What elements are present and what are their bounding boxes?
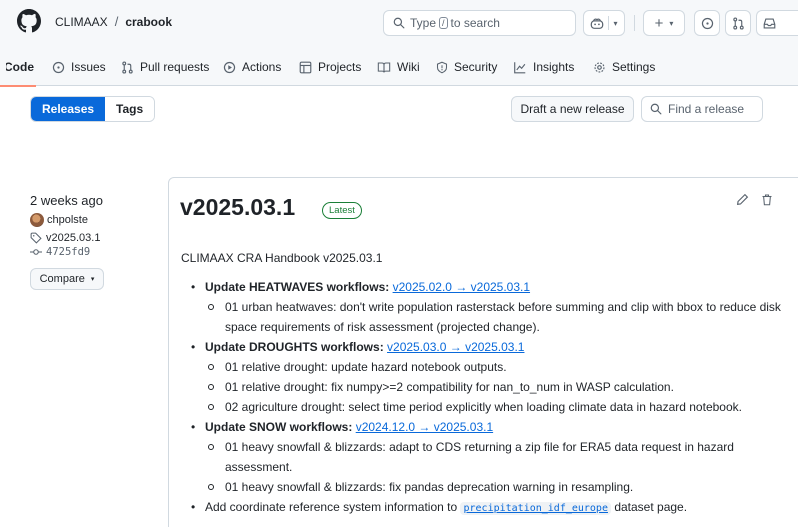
avatar: [30, 213, 44, 227]
shield-icon: [436, 61, 448, 73]
list-item: Add coordinate reference system informat…: [181, 497, 796, 519]
breadcrumb-repo[interactable]: crabook: [125, 15, 172, 29]
pencil-icon[interactable]: [736, 193, 749, 206]
tab-issues-label: Issues: [71, 60, 106, 74]
chevron-down-icon: ▾: [669, 18, 674, 28]
github-logo-icon[interactable]: [17, 9, 41, 33]
inbox-button[interactable]: [756, 10, 798, 36]
release-title[interactable]: v2025.03.1: [180, 194, 295, 221]
heatwaves-compare-link[interactable]: v2025.02.0 → v2025.03.1: [393, 280, 530, 294]
play-icon: [223, 61, 236, 73]
breadcrumb: CLIMAAX / crabook: [55, 14, 172, 29]
list-item: 01 urban heatwaves: don't write populati…: [181, 297, 796, 337]
table-icon: [299, 61, 312, 73]
repo-header: CLIMAAX / crabook Type / to search ▾ + ▾ C…: [0, 0, 798, 87]
search-placeholder-after: to search: [450, 16, 500, 30]
pull-requests-shortcut-button[interactable]: [725, 10, 751, 36]
issue-icon: [701, 17, 713, 29]
release-commit[interactable]: 4725fd9: [30, 246, 160, 258]
copilot-icon: [591, 18, 604, 29]
inbox-icon: [763, 17, 776, 29]
commit-sha[interactable]: 4725fd9: [46, 246, 90, 258]
tab-code[interactable]: Code: [0, 48, 36, 87]
search-placeholder-before: Type: [410, 16, 437, 30]
releases-tab[interactable]: Releases: [31, 97, 106, 121]
breadcrumb-separator: /: [114, 14, 119, 29]
trash-icon[interactable]: [761, 193, 773, 206]
list-item: 01 relative drought: fix numpy>=2 compat…: [181, 377, 796, 397]
tab-insights[interactable]: Insights: [513, 48, 574, 86]
tab-code-label: Code: [6, 60, 34, 74]
copilot-button[interactable]: ▾: [583, 10, 625, 36]
draft-release-button[interactable]: Draft a new release: [511, 96, 634, 122]
tag-name[interactable]: v2025.03.1: [46, 232, 100, 244]
list-item: 01 heavy snowfall & blizzards: fix panda…: [181, 477, 796, 497]
search-shortcut-key: /: [439, 17, 448, 29]
list-item: Update HEATWAVES workflows: v2025.02.0 →…: [181, 277, 796, 297]
breadcrumb-owner[interactable]: CLIMAAX: [55, 15, 108, 29]
pull-request-icon: [732, 16, 744, 30]
tab-actions[interactable]: Actions: [223, 48, 281, 86]
tab-security-label: Security: [454, 60, 498, 74]
search-icon: [393, 17, 405, 29]
tab-wiki[interactable]: Wiki: [377, 48, 420, 86]
crs-text-before: Add coordinate reference system informat…: [205, 500, 458, 514]
tab-projects[interactable]: Projects: [299, 48, 361, 86]
compare-button[interactable]: Compare ▾: [30, 268, 104, 290]
tab-wiki-label: Wiki: [397, 60, 420, 74]
release-notes: Update HEATWAVES workflows: v2025.02.0 →…: [181, 277, 796, 519]
release-meta: 2 weeks ago chpolste v2025.03.1 4725fd9 …: [30, 193, 160, 290]
issue-icon: [52, 61, 65, 73]
plus-icon: +: [654, 14, 664, 32]
tab-insights-label: Insights: [533, 60, 575, 74]
tab-security[interactable]: Security: [436, 48, 497, 86]
tab-settings-label: Settings: [612, 60, 656, 74]
tab-pull-requests[interactable]: Pull requests: [121, 48, 209, 86]
tab-issues[interactable]: Issues: [52, 48, 106, 86]
latest-badge: Latest: [322, 202, 362, 219]
author-name[interactable]: chpolste: [47, 214, 88, 226]
releases-tags-toggle: Releases Tags: [30, 96, 156, 122]
tag-icon: [30, 232, 42, 244]
tab-actions-label: Actions: [242, 60, 282, 74]
droughts-heading: Update DROUGHTS workflows: [205, 340, 380, 354]
issues-shortcut-button[interactable]: [694, 10, 720, 36]
list-item: 02 agriculture drought: select time peri…: [181, 397, 796, 417]
snow-heading: Update SNOW workflows: [205, 420, 349, 434]
droughts-compare-link[interactable]: v2025.03.0 → v2025.03.1: [387, 340, 524, 354]
repo-nav-tabs: Code Issues Pull requests Actions Projec…: [0, 48, 798, 87]
release-author[interactable]: chpolste: [30, 213, 160, 227]
release-intro: CLIMAAX CRA Handbook v2025.03.1: [181, 251, 383, 265]
list-item: 01 relative drought: update hazard noteb…: [181, 357, 796, 377]
list-item: Update DROUGHTS workflows: v2025.03.0 → …: [181, 337, 796, 357]
snow-compare-link[interactable]: v2024.12.0 → v2025.03.1: [356, 420, 493, 434]
tab-settings[interactable]: Settings: [593, 48, 655, 86]
list-item: Update SNOW workflows: v2024.12.0 → v202…: [181, 417, 796, 437]
find-release-placeholder: Find a release: [668, 102, 745, 116]
compare-label: Compare: [39, 273, 85, 285]
book-icon: [377, 62, 391, 72]
button-divider: [608, 16, 610, 30]
chevron-down-icon: ▾: [90, 276, 95, 283]
crs-text-after: dataset page.: [614, 500, 688, 514]
list-item: 01 heavy snowfall & blizzards: adapt to …: [181, 437, 796, 477]
chevron-down-icon: ▾: [613, 18, 618, 28]
tags-tab[interactable]: Tags: [105, 97, 155, 121]
global-search-input[interactable]: Type / to search: [383, 10, 576, 36]
dataset-code-link[interactable]: precipitation_idf_europe: [460, 502, 611, 515]
tab-pull-requests-label: Pull requests: [140, 60, 210, 74]
create-new-button[interactable]: + ▾: [643, 10, 685, 36]
tab-projects-label: Projects: [318, 60, 362, 74]
release-date: 2 weeks ago: [30, 193, 103, 208]
gear-icon: [594, 61, 605, 73]
release-card: v2025.03.1 Latest CLIMAAX CRA Handbook v…: [168, 177, 798, 527]
release-tag[interactable]: v2025.03.1: [30, 232, 160, 244]
pull-request-icon: [122, 60, 133, 74]
heatwaves-heading: Update HEATWAVES workflows: [205, 280, 386, 294]
find-release-input[interactable]: Find a release: [641, 96, 763, 122]
header-divider: [634, 15, 635, 31]
commit-icon: [30, 249, 42, 255]
graph-icon: [514, 61, 526, 73]
search-icon: [650, 103, 662, 115]
